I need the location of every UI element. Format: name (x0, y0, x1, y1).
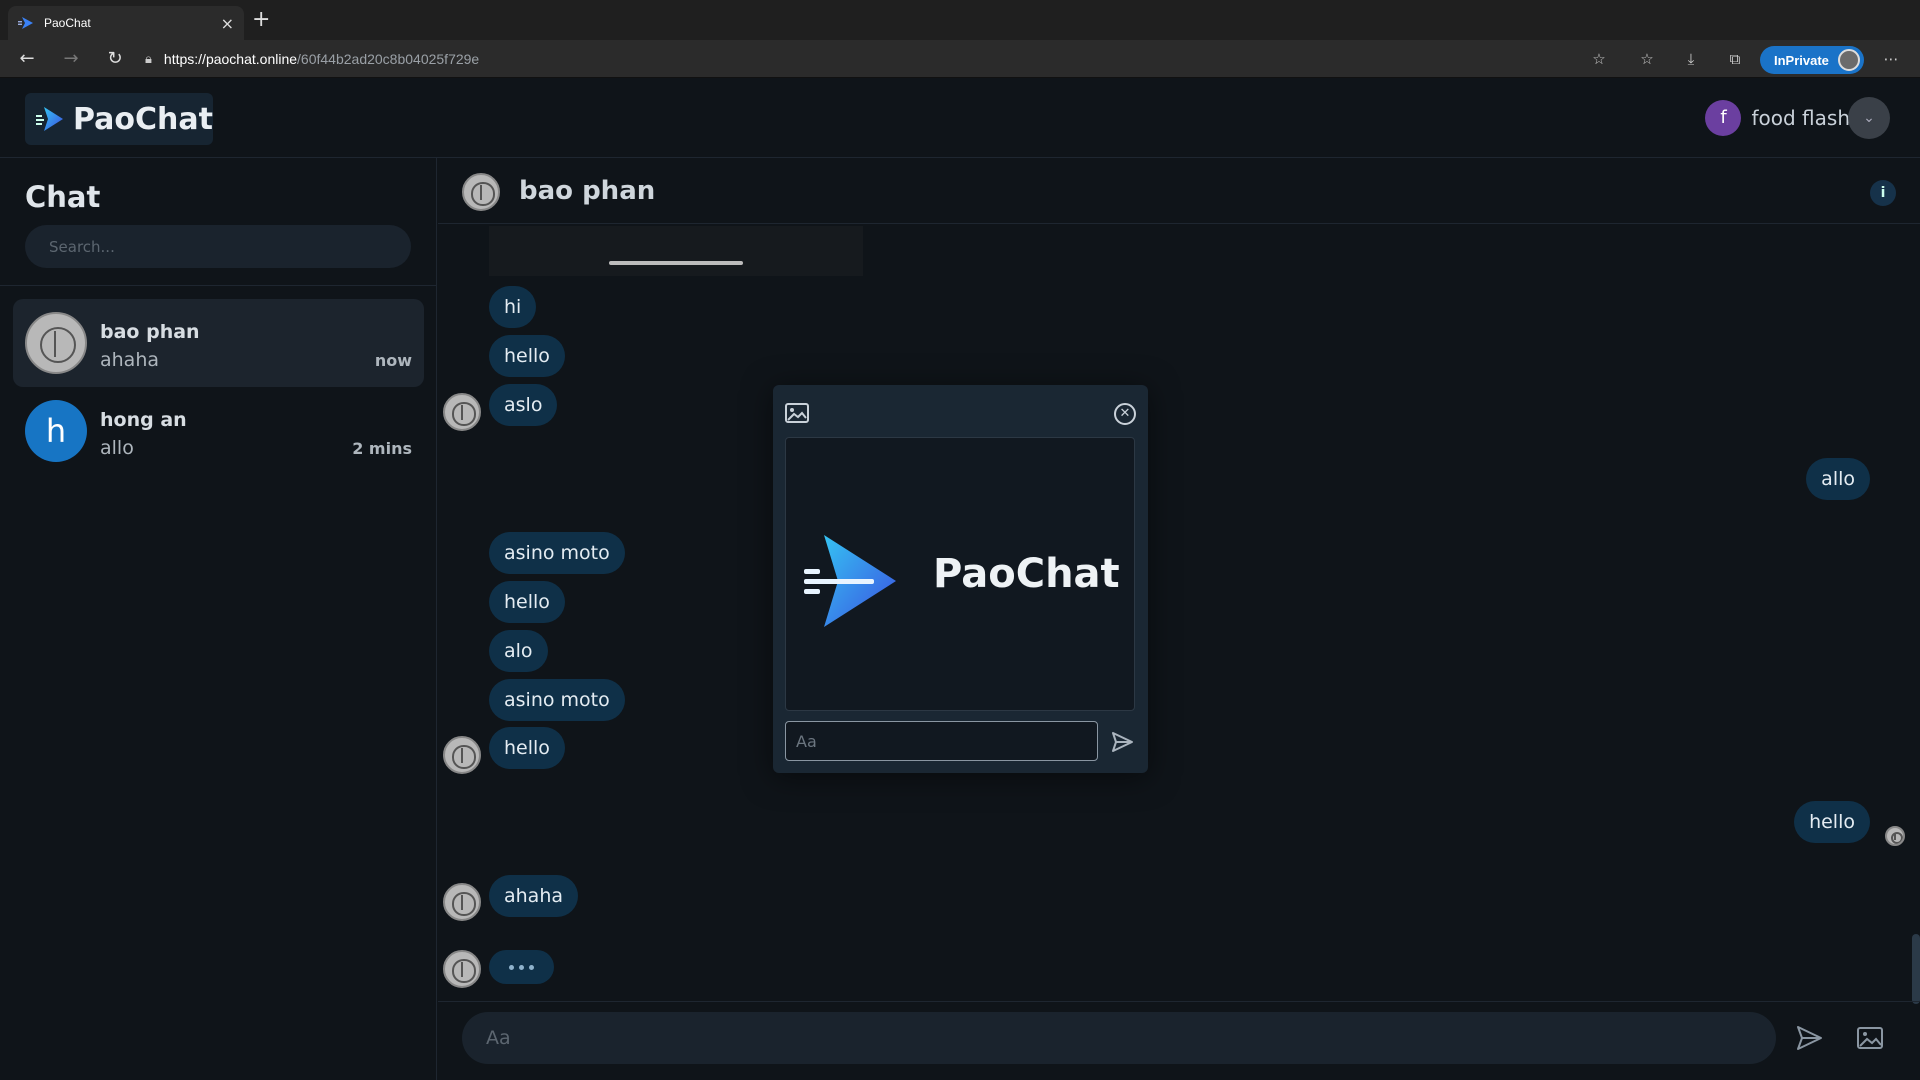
tab-title: PaoChat (44, 16, 91, 30)
reload-icon[interactable]: ↻ (104, 48, 126, 70)
paochat-favicon-icon (18, 17, 33, 29)
send-icon[interactable] (1110, 730, 1134, 754)
conversation-last-message: ahaha (100, 349, 160, 371)
conversation-item-hong-an[interactable]: h hong an allo 2 mins (13, 387, 424, 475)
profile-avatar (1838, 49, 1860, 71)
message-bubble: asino moto (489, 532, 625, 574)
contact-name: bao phan (519, 176, 656, 206)
image-preview: PaoChat (785, 437, 1135, 711)
new-tab-icon[interactable]: + (252, 8, 270, 32)
scrollbar[interactable] (1912, 934, 1920, 1004)
add-favorite-icon[interactable]: ☆ (1588, 48, 1610, 70)
user-menu-chevron-down-icon[interactable]: ⌄ (1848, 97, 1890, 139)
favorites-icon[interactable]: ☆ (1636, 48, 1658, 70)
message-bubble: alo (489, 630, 548, 672)
image-upload-dialog: ✕ PaoChat (773, 385, 1148, 773)
message-bubble: hello (489, 581, 565, 623)
conversation-time: now (374, 351, 412, 370)
video-message[interactable] (489, 226, 863, 276)
contact-avatar[interactable] (462, 173, 500, 211)
message-bubble: hello (489, 335, 565, 377)
avatar (443, 393, 481, 431)
conversation-sidebar: Chat bao phan ahaha now h hong an allo 2… (0, 158, 437, 1080)
message-composer (438, 1001, 1920, 1080)
message-bubble: hi (489, 286, 537, 328)
message-bubble-own: allo (1806, 458, 1870, 500)
browser-tabbar: PaoChat × + (0, 0, 1920, 40)
video-progress-bar[interactable] (609, 261, 743, 265)
current-user[interactable]: f food flash (1705, 99, 1850, 137)
conversation-name: bao phan (100, 321, 200, 343)
app-header: PaoChat f food flash ⌄ (0, 78, 1920, 158)
conversation-time: 2 mins (352, 439, 412, 458)
send-icon[interactable] (1794, 1023, 1824, 1053)
back-icon[interactable]: ← (16, 48, 38, 70)
conversation-item-bao-phan[interactable]: bao phan ahaha now (13, 299, 424, 387)
info-button[interactable]: i (1870, 180, 1896, 206)
url-path: /60f44b2ad20c8b04025f729e (297, 51, 480, 67)
message-bubble: ahaha (489, 875, 579, 917)
search-input[interactable] (25, 225, 411, 268)
logo-text: PaoChat (73, 101, 213, 137)
browser-tab[interactable]: PaoChat × (8, 6, 244, 40)
message-bubble-own: hello (1794, 801, 1870, 843)
conversation-last-message: allo (100, 437, 134, 459)
avatar (443, 950, 481, 988)
paochat-logo-icon (804, 535, 896, 627)
chat-panel: bao phan i hi hello aslo allo asino moto… (438, 158, 1920, 1080)
avatar (25, 312, 87, 374)
divider (0, 285, 437, 286)
lock-icon: 🔒︎ (145, 51, 152, 67)
user-name: food flash (1751, 106, 1850, 130)
message-bubble: hello (489, 727, 565, 769)
forward-icon[interactable]: → (60, 48, 82, 70)
close-icon[interactable]: ✕ (1114, 403, 1136, 425)
inprivate-label: InPrivate (1774, 52, 1829, 68)
tab-close-icon[interactable]: × (221, 14, 234, 33)
app-logo[interactable]: PaoChat (25, 93, 213, 145)
collections-icon[interactable]: ⧉ (1724, 48, 1746, 70)
inprivate-badge[interactable]: InPrivate (1760, 46, 1864, 74)
message-bubble: aslo (489, 384, 558, 426)
image-icon (785, 403, 809, 423)
user-avatar: f (1705, 100, 1742, 136)
sidebar-title: Chat (25, 180, 101, 214)
avatar (443, 883, 481, 921)
conversation-name: hong an (100, 409, 187, 431)
downloads-icon[interactable]: ⤓ (1680, 48, 1702, 70)
preview-logo-text: PaoChat (933, 551, 1120, 597)
avatar: h (25, 400, 87, 462)
more-menu-icon[interactable]: ⋯ (1880, 48, 1902, 70)
url-host: https://paochat.online (163, 51, 298, 67)
address-bar[interactable]: 🔒︎ https://paochat.online/60f44b2ad20c8b… (145, 45, 1595, 73)
message-bubble: asino moto (489, 679, 625, 721)
paochat-logo-icon (36, 107, 63, 131)
avatar (443, 736, 481, 774)
typing-indicator (489, 950, 554, 984)
image-upload-icon[interactable] (1856, 1024, 1884, 1052)
caption-input[interactable] (785, 721, 1098, 761)
browser-toolbar: ← → ↻ 🔒︎ https://paochat.online/60f44b2a… (0, 40, 1920, 78)
message-input[interactable] (462, 1012, 1776, 1064)
chat-header: bao phan i (438, 158, 1920, 224)
seen-avatar (1885, 826, 1905, 846)
